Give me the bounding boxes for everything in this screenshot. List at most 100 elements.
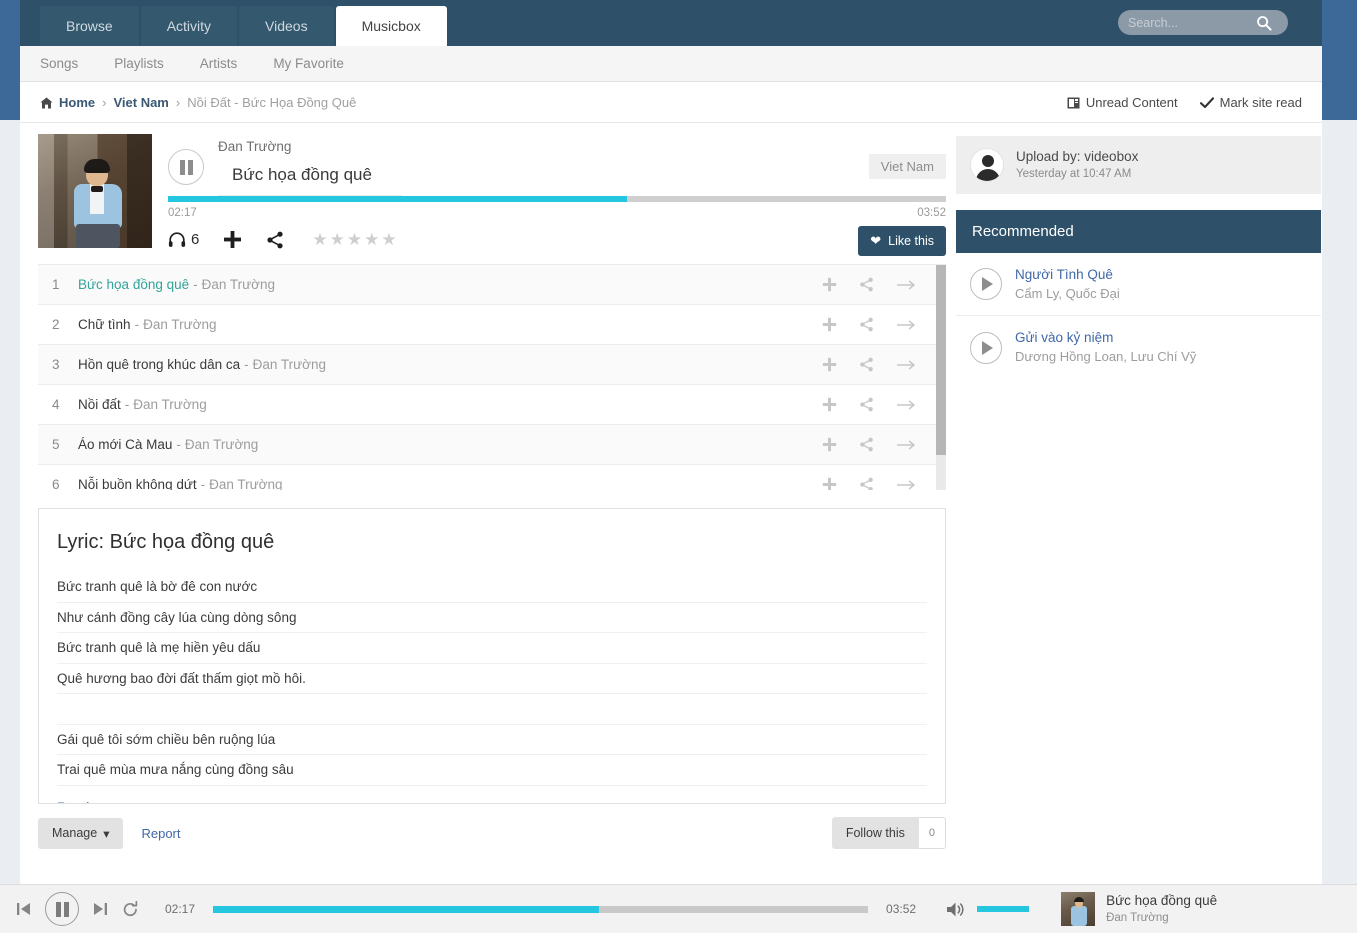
song-artist[interactable]: Đan Trường: [143, 317, 216, 332]
bottom-track-title: Bức họa đồng quê: [1106, 892, 1218, 908]
arrow-right-icon[interactable]: [896, 479, 916, 491]
arrow-right-icon[interactable]: [896, 319, 916, 331]
song-artist[interactable]: Đan Trường: [202, 277, 275, 292]
song-row-6[interactable]: 6 Nỗi buồn không dứt - Đan Trường: [38, 465, 946, 490]
song-dash: -: [193, 277, 198, 292]
uploader-card: Upload by: videobox Yesterday at 10:47 A…: [956, 136, 1321, 194]
song-artist[interactable]: Đan Trường: [209, 477, 282, 490]
song-row-3[interactable]: 3 Hồn quê trong khúc dân ca - Đan Trường: [38, 345, 946, 385]
subnav-item-songs[interactable]: Songs: [40, 56, 78, 71]
add-icon[interactable]: [822, 397, 837, 412]
share-icon[interactable]: [859, 437, 874, 452]
tab-musicbox[interactable]: Musicbox: [335, 6, 447, 46]
volume-slider[interactable]: [977, 906, 1030, 912]
recommended-artists: Dương Hồng Loan, Lưu Chí Vỹ: [1015, 348, 1197, 364]
add-icon[interactable]: [822, 357, 837, 372]
user-avatar-icon: [970, 148, 1004, 182]
manage-button[interactable]: Manage ▾: [38, 817, 124, 849]
tab-activity[interactable]: Activity: [140, 6, 238, 46]
search-box[interactable]: [1118, 10, 1288, 35]
pause-icon: [55, 901, 69, 917]
song-row-actions: [822, 437, 916, 452]
subnav-item-playlists[interactable]: Playlists: [114, 56, 164, 71]
recommended-song-title[interactable]: Người Tình Quê: [1015, 265, 1120, 285]
subnav-item-artists[interactable]: Artists: [200, 56, 238, 71]
arrow-right-icon[interactable]: [896, 399, 916, 411]
add-icon[interactable]: [822, 437, 837, 452]
bottom-progress-bar[interactable]: [213, 905, 869, 913]
song-row-1[interactable]: 1 Bức họa đồng quê - Đan Trường: [38, 265, 946, 305]
share-icon[interactable]: [859, 317, 874, 332]
breadcrumb-actions: Unread Content Mark site read: [1067, 95, 1302, 110]
page-root: Browse Activity Videos Musicbox Songs Pl…: [0, 0, 1357, 933]
tab-videos[interactable]: Videos: [239, 6, 334, 46]
add-icon[interactable]: [822, 317, 837, 332]
rating-star-5[interactable]: ★: [381, 231, 396, 248]
tab-browse-label: Browse: [66, 18, 113, 34]
rating-stars[interactable]: ★ ★ ★ ★ ★: [312, 231, 396, 248]
share-button[interactable]: [266, 231, 284, 249]
breadcrumb-home[interactable]: Home: [59, 95, 95, 110]
share-icon: [266, 231, 284, 249]
rating-star-2[interactable]: ★: [330, 231, 345, 248]
song-title[interactable]: Bức họa đồng quê: [78, 277, 189, 292]
recommended-item[interactable]: Người Tình Quê Cẩm Ly, Quốc Đại: [956, 253, 1321, 317]
arrow-right-icon[interactable]: [896, 359, 916, 371]
add-icon[interactable]: [822, 477, 837, 490]
song-list-scrollbar-thumb[interactable]: [936, 265, 946, 455]
breadcrumb-viet-nam[interactable]: Viet Nam: [113, 95, 168, 110]
unread-content-button[interactable]: Unread Content: [1067, 95, 1178, 110]
share-icon[interactable]: [859, 277, 874, 292]
song-artist[interactable]: Đan Trường: [133, 397, 206, 412]
share-icon[interactable]: [859, 397, 874, 412]
add-to-playlist-button[interactable]: [223, 230, 242, 249]
add-icon[interactable]: [822, 277, 837, 292]
rating-star-1[interactable]: ★: [312, 231, 327, 248]
subnav-item-my-favorite[interactable]: My Favorite: [273, 56, 344, 71]
volume-icon[interactable]: [946, 901, 966, 918]
song-title[interactable]: Áo mới Cà Mau: [78, 437, 172, 452]
player-pause-button[interactable]: [168, 149, 204, 186]
play-icon[interactable]: [970, 331, 1002, 364]
song-list-scrollbar-track[interactable]: [936, 265, 946, 490]
song-artist[interactable]: Đan Trường: [185, 437, 258, 452]
share-icon[interactable]: [859, 477, 874, 490]
footer-actions: Manage ▾ Report Follow this 0: [38, 817, 946, 849]
previous-track-icon[interactable]: [16, 901, 31, 917]
song-artist[interactable]: Đan Trường: [253, 357, 326, 372]
song-title[interactable]: Chữ tình: [78, 317, 131, 332]
share-icon[interactable]: [859, 357, 874, 372]
like-this-button[interactable]: ❤ Like this: [858, 226, 946, 256]
arrow-right-icon[interactable]: [896, 279, 916, 291]
search-icon[interactable]: [1252, 15, 1276, 31]
recommended-song-title[interactable]: Gửi vào kỷ niệm: [1015, 328, 1196, 348]
tab-browse[interactable]: Browse: [40, 6, 139, 46]
recommended-item[interactable]: Gửi vào kỷ niệm Dương Hồng Loan, Lưu Chí …: [956, 316, 1321, 378]
arrow-right-icon[interactable]: [896, 439, 916, 451]
lyric-line: Bức tranh quê là bờ đê con nước: [57, 572, 927, 603]
song-title[interactable]: Nồi đất: [78, 397, 121, 412]
play-icon[interactable]: [970, 268, 1002, 301]
pause-icon: [179, 159, 193, 175]
bottom-duration: 03:52: [886, 902, 917, 916]
song-title[interactable]: Hồn quê trong khúc dân ca: [78, 357, 240, 372]
report-link[interactable]: Report: [141, 826, 180, 841]
repeat-icon[interactable]: [122, 900, 139, 918]
song-title[interactable]: Nỗi buồn không dứt: [78, 477, 197, 490]
search-input[interactable]: [1118, 11, 1252, 34]
primary-tabs: Browse Activity Videos Musicbox: [40, 6, 449, 46]
rating-star-3[interactable]: ★: [347, 231, 362, 248]
breadcrumb-current: Nồi Đất - Bức Họa Đồng Quê: [187, 95, 357, 110]
song-row-2[interactable]: 2 Chữ tình - Đan Trường: [38, 305, 946, 345]
follow-this-button[interactable]: Follow this: [831, 817, 919, 849]
bottom-pause-button[interactable]: [45, 892, 79, 926]
genre-tag[interactable]: Viet Nam: [868, 154, 946, 179]
player-progress-bar[interactable]: [168, 196, 946, 202]
mark-site-read-button[interactable]: Mark site read: [1199, 95, 1302, 110]
next-track-icon[interactable]: [93, 901, 108, 917]
song-row-5[interactable]: 5 Áo mới Cà Mau - Đan Trường: [38, 425, 946, 465]
song-row-4[interactable]: 4 Nồi đất - Đan Trường: [38, 385, 946, 425]
read-more-link[interactable]: Read more: [57, 800, 124, 803]
rating-star-4[interactable]: ★: [364, 231, 379, 248]
like-this-label: Like this: [888, 234, 934, 248]
